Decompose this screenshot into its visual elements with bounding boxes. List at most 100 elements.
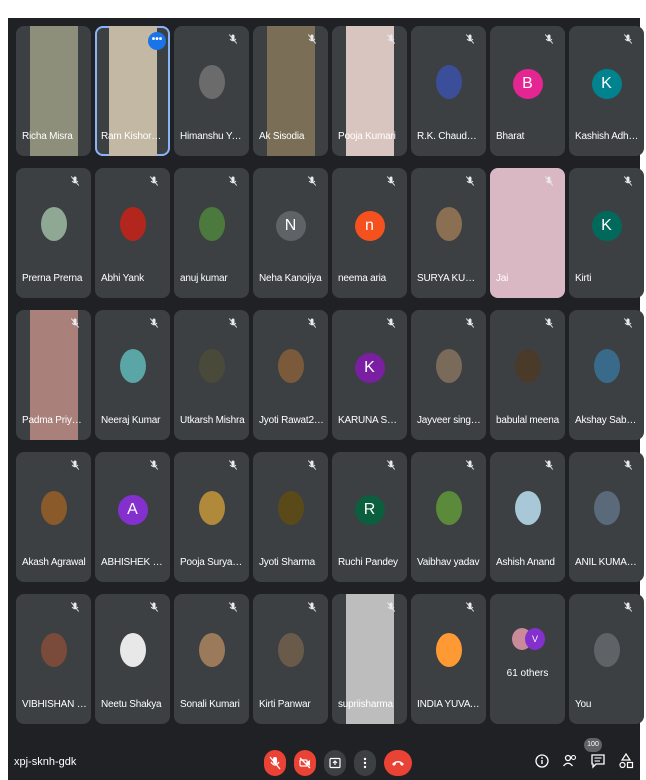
- participant-tile[interactable]: A ABHISHEK BAGH: [95, 452, 170, 582]
- participant-tile[interactable]: Abhi Yank: [95, 168, 170, 298]
- participant-tile[interactable]: Vaibhav yadav: [411, 452, 486, 582]
- participant-name: ANIL KUMAR BE...: [575, 557, 640, 568]
- participant-name: Jai: [496, 273, 509, 284]
- mic-off-icon: [306, 458, 322, 474]
- people-button[interactable]: [562, 752, 578, 770]
- avatar: [435, 207, 462, 241]
- present-button[interactable]: [324, 750, 346, 776]
- activities-button[interactable]: [618, 752, 634, 770]
- participant-grid: Richa Misra ••• Ram Kishore Ya... Himanshu …: [16, 26, 644, 724]
- avatar: [435, 491, 462, 525]
- participant-tile[interactable]: K Kirti: [569, 168, 644, 298]
- participant-tile[interactable]: VIBHISHAN KUM...: [16, 594, 91, 724]
- tile-options-icon[interactable]: •••: [148, 32, 166, 50]
- avatar: [198, 65, 225, 99]
- participant-tile[interactable]: Ashish Anand: [490, 452, 565, 582]
- mic-off-icon: [385, 458, 401, 474]
- participant-tile[interactable]: Akshay Sabharwal: [569, 310, 644, 440]
- participant-tile[interactable]: K Kashish Adhikari: [569, 26, 644, 156]
- participant-tile[interactable]: Neeraj Kumar: [95, 310, 170, 440]
- participant-name: supriisharma: [338, 699, 393, 710]
- avatar: [435, 633, 462, 667]
- call-controls: [264, 750, 412, 776]
- camera-toggle-button[interactable]: [294, 750, 316, 776]
- mic-off-icon: [148, 174, 164, 190]
- avatar: [119, 207, 146, 241]
- participant-name: anuj kumar: [180, 273, 228, 284]
- mic-off-icon: [543, 32, 559, 48]
- avatar: [119, 633, 146, 667]
- participant-tile[interactable]: You: [569, 594, 644, 724]
- info-button[interactable]: [534, 752, 550, 770]
- avatar-letter: K: [591, 211, 622, 241]
- participant-tile[interactable]: INDIA YUVA CH...: [411, 594, 486, 724]
- avatar: [593, 349, 620, 383]
- participant-tile[interactable]: n neema aria: [332, 168, 407, 298]
- participant-tile[interactable]: Pooja Suryavans...: [174, 452, 249, 582]
- mic-off-icon: [464, 458, 480, 474]
- participant-tile[interactable]: N Neha Kanojiya: [253, 168, 328, 298]
- mic-off-icon: [148, 458, 164, 474]
- participant-tile[interactable]: Pooja Kumari: [332, 26, 407, 156]
- participant-tile[interactable]: R Ruchi Pandey: [332, 452, 407, 582]
- participant-tile[interactable]: Utkarsh Mishra: [174, 310, 249, 440]
- mic-off-icon: [69, 458, 85, 474]
- participant-name: Vaibhav yadav: [417, 557, 480, 568]
- participant-tile[interactable]: ••• Ram Kishore Ya...: [95, 26, 170, 156]
- participant-tile[interactable]: V 61 others: [490, 594, 565, 724]
- participant-tile[interactable]: ANIL KUMAR BE...: [569, 452, 644, 582]
- participant-tile[interactable]: Himanshu Yadav: [174, 26, 249, 156]
- end-call-icon: [392, 761, 404, 766]
- participant-name: Sonali Kumari: [180, 699, 240, 710]
- mic-off-icon: [385, 316, 401, 332]
- participant-name: Kirti Panwar: [259, 699, 311, 710]
- participant-tile[interactable]: Ak Sisodia: [253, 26, 328, 156]
- participant-tile[interactable]: Jyoti Sharma: [253, 452, 328, 582]
- participant-tile[interactable]: Padma Priyada...: [16, 310, 91, 440]
- more-options-button[interactable]: [354, 750, 376, 776]
- participant-name: You: [575, 699, 592, 710]
- participant-tile[interactable]: Prerna Prerna: [16, 168, 91, 298]
- participant-tile[interactable]: B Bharat: [490, 26, 565, 156]
- participant-tile[interactable]: Jyoti Rawat2000: [253, 310, 328, 440]
- participant-tile[interactable]: Kirti Panwar: [253, 594, 328, 724]
- participant-name: Abhi Yank: [101, 273, 144, 284]
- avatar: [198, 491, 225, 525]
- mic-off-icon: [622, 600, 638, 616]
- participant-name: Ashish Anand: [496, 557, 555, 568]
- people-icon: [562, 754, 577, 767]
- avatar-letter: A: [117, 495, 148, 525]
- participant-tile[interactable]: K KARUNA SAINI: [332, 310, 407, 440]
- participant-tile[interactable]: SURYA KUMAR ...: [411, 168, 486, 298]
- end-call-button[interactable]: [384, 750, 412, 776]
- mic-off-icon: [69, 600, 85, 616]
- participant-name: R.K. Chaudhary: [417, 131, 482, 142]
- participant-tile[interactable]: Jai: [490, 168, 565, 298]
- meeting-code: xpj-sknh-gdk: [14, 756, 77, 768]
- participant-tile[interactable]: Richa Misra: [16, 26, 91, 156]
- participant-name: Ak Sisodia: [259, 131, 305, 142]
- participant-tile[interactable]: anuj kumar: [174, 168, 249, 298]
- participant-tile[interactable]: Jayveer singh J...: [411, 310, 486, 440]
- participant-tile[interactable]: supriisharma: [332, 594, 407, 724]
- participant-name: Kirti: [575, 273, 592, 284]
- participant-name: KARUNA SAINI: [338, 415, 403, 426]
- participant-tile[interactable]: Akash Agrawal: [16, 452, 91, 582]
- mic-toggle-button[interactable]: [264, 750, 286, 776]
- participant-name: ABHISHEK BAGH: [101, 557, 166, 568]
- mic-off-icon: [306, 600, 322, 616]
- chat-button[interactable]: [590, 752, 606, 770]
- participant-tile[interactable]: babulal meena: [490, 310, 565, 440]
- participant-name: Prerna Prerna: [22, 273, 83, 284]
- participant-name: Jyoti Rawat2000: [259, 415, 324, 426]
- participant-tile[interactable]: Neetu Shakya: [95, 594, 170, 724]
- participant-name: INDIA YUVA CH...: [417, 699, 482, 710]
- participant-tile[interactable]: R.K. Chaudhary: [411, 26, 486, 156]
- participant-tile[interactable]: Sonali Kumari: [174, 594, 249, 724]
- participant-name: Ruchi Pandey: [338, 557, 398, 568]
- participant-name: Padma Priyada...: [22, 415, 87, 426]
- mic-off-icon: [464, 174, 480, 190]
- participant-name: neema aria: [338, 273, 387, 284]
- participant-name: Neha Kanojiya: [259, 273, 322, 284]
- mic-off-icon: [306, 316, 322, 332]
